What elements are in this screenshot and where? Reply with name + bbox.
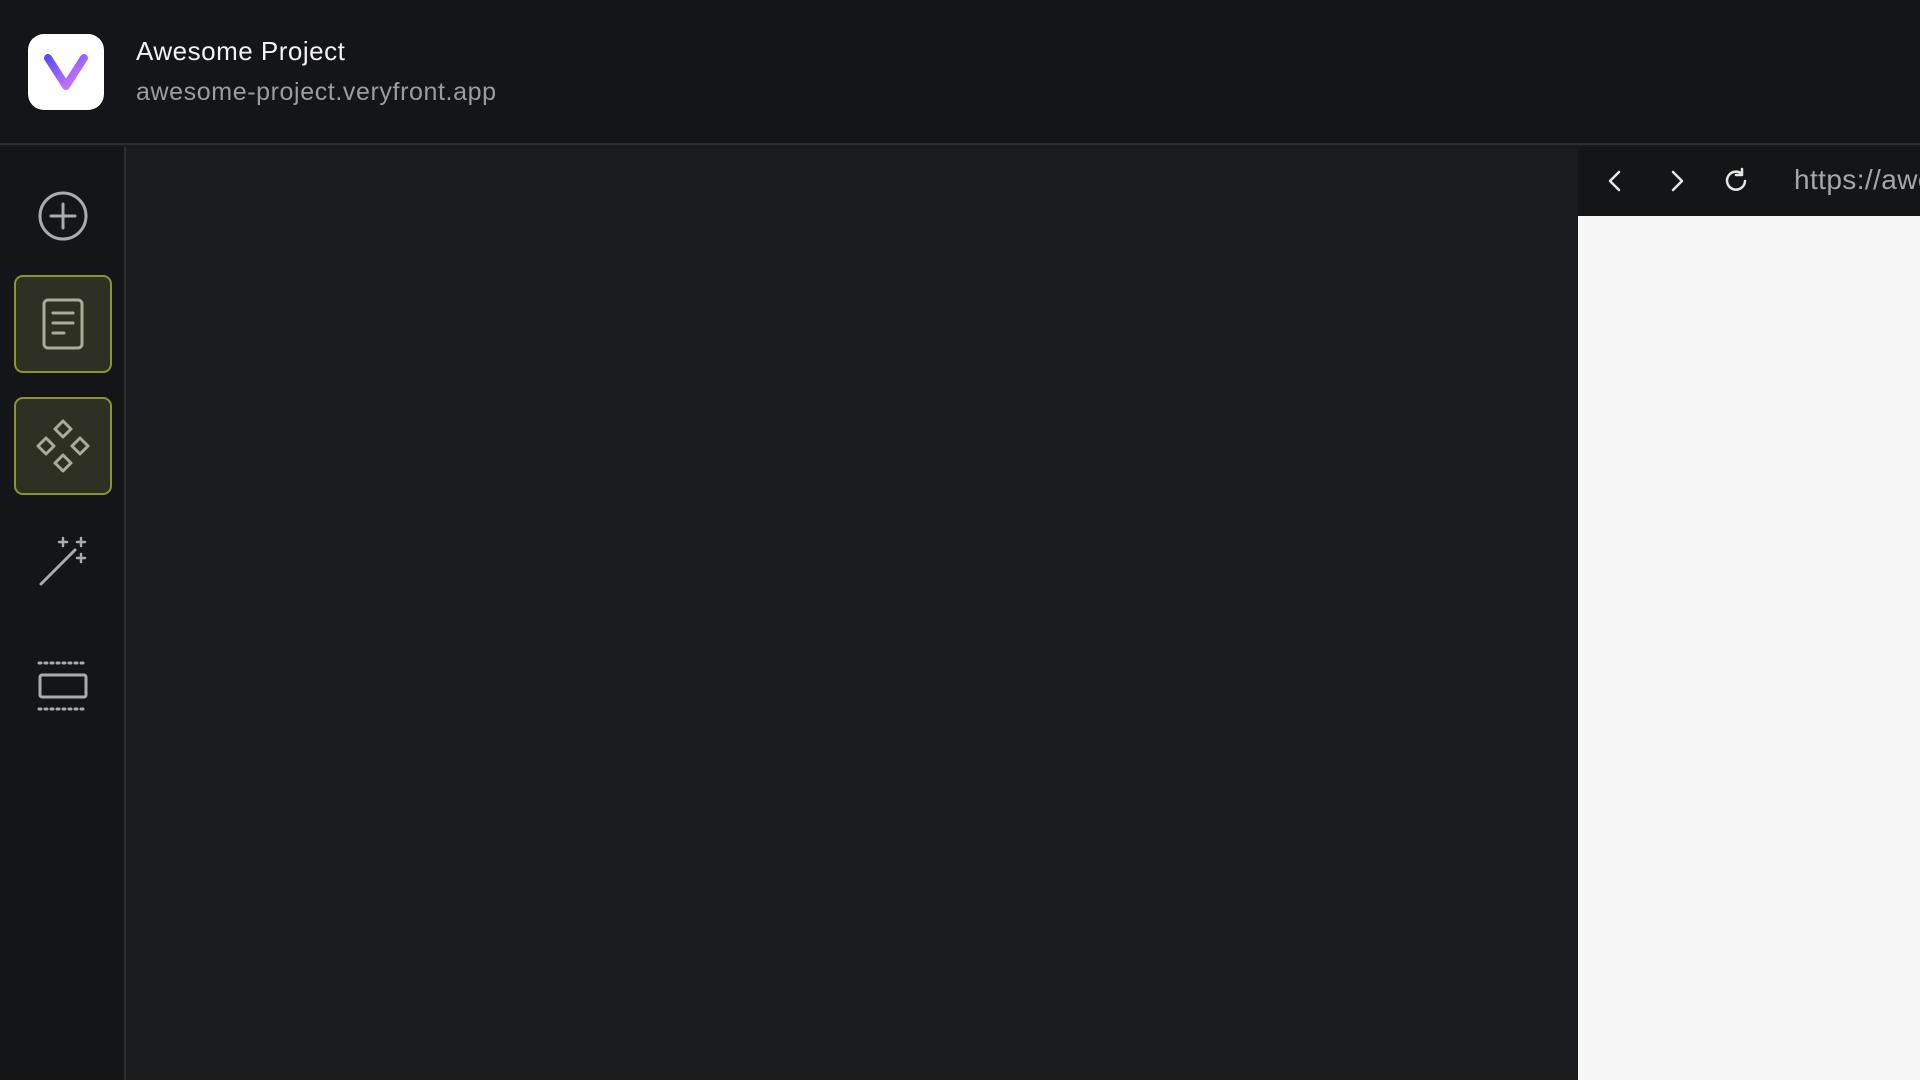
components-icon [36, 419, 90, 473]
app-logo[interactable] [28, 34, 104, 110]
veryfront-logo-icon [44, 54, 88, 90]
pages-button[interactable] [14, 275, 112, 373]
chevron-left-icon [1608, 170, 1621, 192]
project-title: Awesome Project [136, 36, 346, 66]
preview-panel: https://awesome-project.veryfront.app [1578, 147, 1920, 1080]
back-button[interactable] [1595, 161, 1635, 201]
sidebar [0, 147, 126, 1080]
reload-icon [1725, 167, 1747, 191]
preview-toolbar: https://awesome-project.veryfront.app [1578, 147, 1920, 216]
preview-url[interactable]: https://awesome-project.veryfront.app [1794, 164, 1920, 196]
forward-button[interactable] [1657, 161, 1697, 201]
components-button[interactable] [14, 397, 112, 495]
section-layout-icon [37, 661, 89, 711]
editor-canvas[interactable] [128, 147, 1578, 1080]
project-url[interactable]: awesome-project.veryfront.app [136, 78, 497, 107]
chevron-right-icon [1671, 170, 1684, 192]
plus-circle-icon [38, 191, 88, 241]
reload-button[interactable] [1716, 161, 1756, 201]
sections-button[interactable] [14, 637, 112, 735]
preview-content[interactable] [1578, 216, 1920, 1080]
document-icon [42, 298, 84, 350]
top-bar: Awesome Project awesome-project.veryfron… [0, 0, 1920, 145]
add-button[interactable] [14, 167, 112, 265]
ai-magic-button[interactable] [14, 513, 112, 611]
magic-wand-icon [39, 536, 87, 586]
